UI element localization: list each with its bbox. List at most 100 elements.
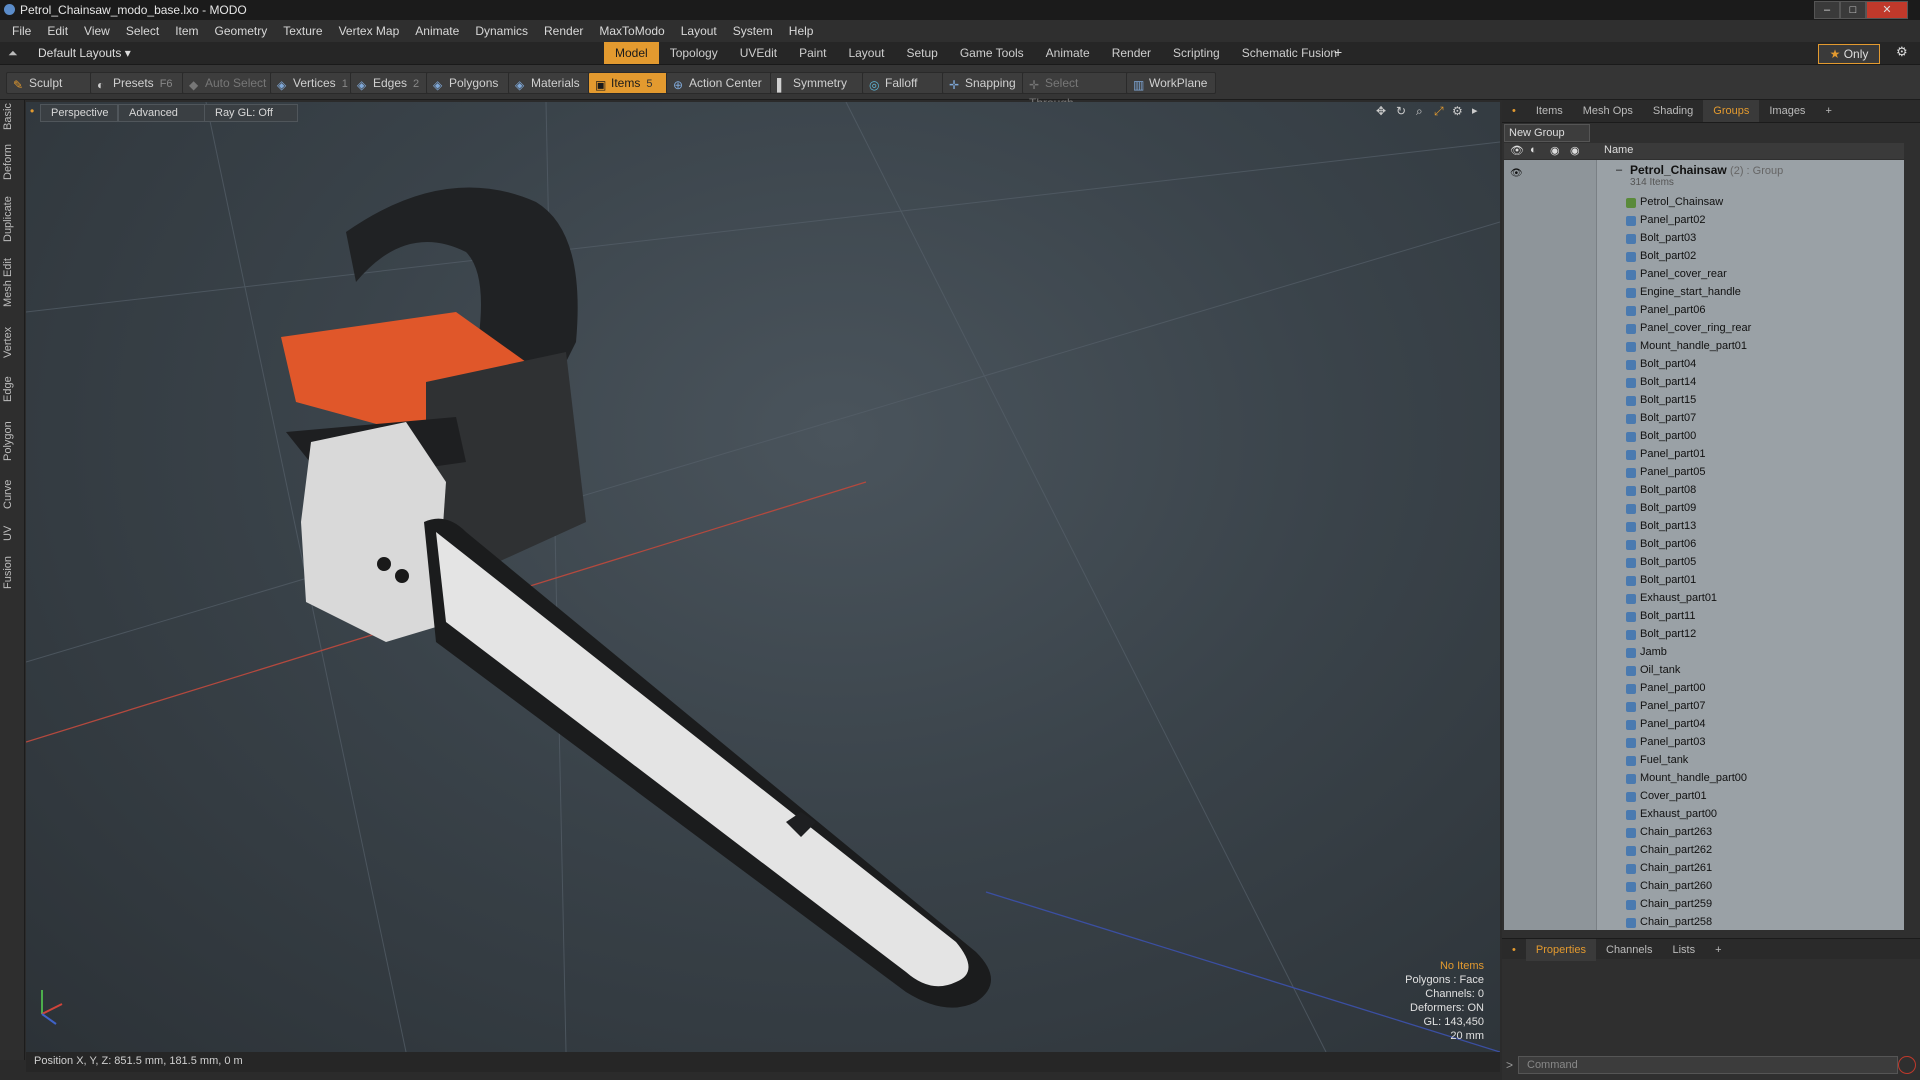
- list-item[interactable]: Bolt_part11: [1504, 608, 1904, 626]
- layout-tab-layout[interactable]: Layout: [837, 42, 895, 64]
- list-item[interactable]: Panel_part04: [1504, 716, 1904, 734]
- layout-tab-uvedit[interactable]: UVEdit: [729, 42, 788, 64]
- list-item[interactable]: Panel_part00: [1504, 680, 1904, 698]
- select-through-button[interactable]: ✛Select Through: [1022, 72, 1130, 110]
- viewport-menu-icon[interactable]: ▸: [1472, 104, 1478, 117]
- presets-button[interactable]: ◐ Presets F6: [90, 72, 184, 94]
- menu-item-select[interactable]: Select: [118, 20, 167, 42]
- menu-item-system[interactable]: System: [725, 20, 781, 42]
- advanced-button[interactable]: Advanced: [118, 104, 206, 122]
- list-item[interactable]: Bolt_part06: [1504, 536, 1904, 554]
- layout-dropdown[interactable]: Default Layouts ▾: [38, 46, 131, 60]
- rotate-icon[interactable]: ↻: [1396, 104, 1406, 118]
- gear-icon[interactable]: ⚙: [1896, 44, 1908, 60]
- list-item[interactable]: Bolt_part08: [1504, 482, 1904, 500]
- menu-item-render[interactable]: Render: [536, 20, 591, 42]
- list-item[interactable]: Bolt_part07: [1504, 410, 1904, 428]
- add-properties-tab-icon[interactable]: +: [1705, 939, 1731, 961]
- menu-item-item[interactable]: Item: [167, 20, 206, 42]
- layout-tab-animate[interactable]: Animate: [1035, 42, 1101, 64]
- left-tab-fusion[interactable]: Fusion: [2, 554, 22, 590]
- viewport-gear-icon[interactable]: ⚙: [1452, 104, 1463, 118]
- group-row[interactable]: 👁 – Petrol_Chainsaw (2) : Group 314 Item…: [1504, 162, 1904, 192]
- only-button[interactable]: ★ Only: [1818, 44, 1880, 64]
- group-expand-icon[interactable]: –: [1616, 164, 1622, 176]
- falloff-button[interactable]: ◎ Falloff: [862, 72, 946, 94]
- list-item[interactable]: Panel_cover_ring_rear: [1504, 320, 1904, 338]
- panel-tab-mesh-ops[interactable]: Mesh Ops: [1573, 100, 1643, 122]
- list-item[interactable]: Chain_part262: [1504, 842, 1904, 860]
- items-button[interactable]: ▣ Items 5: [588, 72, 668, 94]
- list-item[interactable]: Panel_part05: [1504, 464, 1904, 482]
- list-item[interactable]: Bolt_part01: [1504, 572, 1904, 590]
- left-tab-curve[interactable]: Curve: [2, 476, 22, 512]
- list-item[interactable]: Exhaust_part01: [1504, 590, 1904, 608]
- list-item[interactable]: Panel_cover_rear: [1504, 266, 1904, 284]
- layout-tab-paint[interactable]: Paint: [788, 42, 837, 64]
- left-tab-deform[interactable]: Deform: [2, 140, 22, 184]
- layout-tab-render[interactable]: Render: [1101, 42, 1162, 64]
- list-item[interactable]: Bolt_part05: [1504, 554, 1904, 572]
- menu-item-dynamics[interactable]: Dynamics: [467, 20, 536, 42]
- add-tab-icon[interactable]: +: [1334, 44, 1342, 60]
- list-item[interactable]: Chain_part258: [1504, 914, 1904, 930]
- fit-icon[interactable]: ⤢: [1434, 104, 1444, 119]
- list-item[interactable]: Bolt_part14: [1504, 374, 1904, 392]
- menu-item-view[interactable]: View: [76, 20, 118, 42]
- list-item[interactable]: Bolt_part12: [1504, 626, 1904, 644]
- list-item[interactable]: Oil_tank: [1504, 662, 1904, 680]
- sculpt-button[interactable]: ✎ Sculpt: [6, 72, 98, 94]
- list-item[interactable]: Engine_start_handle: [1504, 284, 1904, 302]
- minimize-button[interactable]: –: [1814, 1, 1840, 19]
- properties-tab-lists[interactable]: Lists: [1662, 939, 1705, 961]
- left-tab-polygon[interactable]: Polygon: [2, 416, 22, 466]
- list-item[interactable]: Mount_handle_part01: [1504, 338, 1904, 356]
- menu-item-edit[interactable]: Edit: [39, 20, 76, 42]
- menu-item-file[interactable]: File: [4, 20, 39, 42]
- pan-icon[interactable]: ✥: [1376, 104, 1386, 118]
- action-center-button[interactable]: ⊕ Action Center: [666, 72, 776, 94]
- panel-tab-images[interactable]: Images: [1759, 100, 1815, 122]
- left-tab-edge[interactable]: Edge: [2, 372, 22, 406]
- snapping-button[interactable]: ✛ Snapping: [942, 72, 1030, 94]
- layout-tab-model[interactable]: Model: [604, 42, 659, 64]
- workplane-button[interactable]: ▥ WorkPlane: [1126, 72, 1216, 94]
- menu-item-help[interactable]: Help: [781, 20, 822, 42]
- panel-tab-shading[interactable]: Shading: [1643, 100, 1703, 122]
- list-item[interactable]: Panel_part03: [1504, 734, 1904, 752]
- add-panel-tab-icon[interactable]: +: [1815, 100, 1841, 122]
- panel-tab-groups[interactable]: Groups: [1703, 100, 1760, 122]
- name-column-header[interactable]: Name: [1604, 144, 1633, 156]
- layout-collapse-icon[interactable]: ⏶: [8, 46, 18, 61]
- layout-tab-game-tools[interactable]: Game Tools: [949, 42, 1035, 64]
- layout-tab-schematic-fusion[interactable]: Schematic Fusion: [1231, 42, 1348, 64]
- list-item[interactable]: Bolt_part03: [1504, 230, 1904, 248]
- left-tab-duplicate[interactable]: Duplicate: [2, 194, 22, 244]
- zoom-icon[interactable]: ⌕: [1416, 104, 1423, 119]
- groups-list[interactable]: 👁 – Petrol_Chainsaw (2) : Group 314 Item…: [1504, 160, 1904, 930]
- panel-tab-items[interactable]: Items: [1526, 100, 1573, 122]
- list-item[interactable]: Jamb: [1504, 644, 1904, 662]
- left-tab-vertex[interactable]: Vertex: [2, 322, 22, 362]
- raygl-button[interactable]: Ray GL: Off: [204, 104, 298, 122]
- list-item[interactable]: Chain_part259: [1504, 896, 1904, 914]
- auto-select-button[interactable]: ◆ Auto Select: [182, 72, 276, 94]
- list-item[interactable]: Bolt_part09: [1504, 500, 1904, 518]
- 3d-viewport[interactable]: • Perspective Advanced Ray GL: Off ✥ ↻ ⌕…: [26, 102, 1500, 1052]
- perspective-button[interactable]: Perspective: [40, 104, 118, 122]
- layout-tab-setup[interactable]: Setup: [895, 42, 948, 64]
- layout-tab-scripting[interactable]: Scripting: [1162, 42, 1231, 64]
- list-item[interactable]: Bolt_part04: [1504, 356, 1904, 374]
- edges-button[interactable]: ◈ Edges 2: [350, 72, 434, 94]
- list-item[interactable]: Bolt_part13: [1504, 518, 1904, 536]
- list-item[interactable]: Chain_part260: [1504, 878, 1904, 896]
- properties-tab-properties[interactable]: Properties: [1525, 939, 1596, 961]
- menu-item-texture[interactable]: Texture: [275, 20, 330, 42]
- list-item[interactable]: Cover_part01: [1504, 788, 1904, 806]
- left-tab-mesh-edit[interactable]: Mesh Edit: [2, 254, 22, 312]
- polygons-button[interactable]: ◈ Polygons: [426, 72, 512, 94]
- list-item[interactable]: Chain_part263: [1504, 824, 1904, 842]
- menu-item-maxtomodo[interactable]: MaxToModo: [591, 20, 672, 42]
- list-item[interactable]: Petrol_Chainsaw: [1504, 194, 1904, 212]
- list-item[interactable]: Bolt_part15: [1504, 392, 1904, 410]
